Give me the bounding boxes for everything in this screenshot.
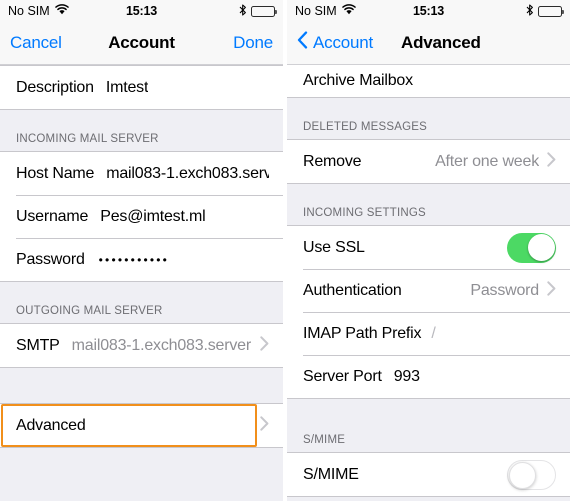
left-list-filler (0, 448, 283, 501)
row-remove[interactable]: Remove After one week (287, 140, 570, 183)
smime-group: S/MIME (287, 452, 570, 497)
status-bar-right (239, 3, 277, 19)
chevron-left-icon (297, 31, 308, 54)
gap-2 (287, 184, 570, 207)
row-use-ssl[interactable]: Use SSL (287, 226, 570, 269)
smtp-value: mail083-1.exch083.server… (71, 336, 252, 354)
outgoing-mail-server-group: SMTP mail083-1.exch083.server… (0, 323, 283, 368)
row-host-name[interactable]: Host Name mail083-1.exch083.serverd… (0, 152, 283, 195)
battery-icon (251, 5, 277, 17)
chevron-right-icon (260, 415, 269, 436)
imap-path-prefix-label: IMAP Path Prefix (303, 324, 422, 342)
row-smime[interactable]: S/MIME (287, 453, 570, 496)
dual-screenshot-container: No SIM 15:13 Cancel Account Done Descrip… (0, 0, 570, 501)
deleted-messages-header: DELETED MESSAGES (287, 121, 570, 139)
right-content-list: Archive Mailbox DELETED MESSAGES Remove … (287, 65, 570, 501)
back-button[interactable]: Account (297, 31, 373, 55)
deleted-messages-group: Remove After one week (287, 139, 570, 184)
chevron-right-icon (547, 280, 556, 301)
outgoing-mail-server-header: OUTGOING MAIL SERVER (0, 305, 283, 323)
advanced-label: Advanced (16, 416, 86, 434)
status-bar-right (526, 3, 564, 19)
left-status-bar: No SIM 15:13 (0, 0, 283, 22)
row-password[interactable]: Password ••••••••••• (0, 238, 283, 281)
left-phone-screen: No SIM 15:13 Cancel Account Done Descrip… (0, 0, 287, 501)
password-label: Password (16, 250, 85, 268)
incoming-settings-header: INCOMING SETTINGS (287, 207, 570, 225)
host-name-value[interactable]: mail083-1.exch083.serverd… (106, 165, 269, 183)
right-nav-bar: Account Advanced (287, 22, 570, 65)
description-group: Description Imtest (0, 65, 283, 110)
archive-mailbox-label: Archive Mailbox (303, 72, 413, 89)
archive-mailbox-group: Archive Mailbox (287, 65, 570, 98)
gap-2 (0, 282, 283, 305)
username-value[interactable]: Pes@imtest.ml (100, 208, 205, 226)
right-status-bar: No SIM 15:13 (287, 0, 570, 22)
bluetooth-icon (239, 3, 247, 19)
use-ssl-label: Use SSL (303, 238, 365, 256)
description-value[interactable]: Imtest (106, 79, 148, 97)
smime-header: S/MIME (287, 434, 570, 452)
authentication-value: Password (470, 281, 539, 299)
gap-1 (287, 98, 570, 121)
advanced-group: Advanced (0, 403, 283, 448)
back-button-label: Account (313, 33, 374, 52)
chevron-right-icon (547, 151, 556, 172)
chevron-right-icon (260, 335, 269, 356)
description-label: Description (16, 78, 94, 96)
right-phone-screen: No SIM 15:13 Account Advanced Archive Ma… (287, 0, 570, 501)
battery-icon (538, 5, 564, 17)
smime-label: S/MIME (303, 465, 359, 483)
row-smtp[interactable]: SMTP mail083-1.exch083.server… (0, 324, 283, 367)
username-label: Username (16, 207, 89, 225)
incoming-settings-group: Use SSL Authentication Password IMAP Pat… (287, 225, 570, 399)
cancel-button[interactable]: Cancel (10, 33, 62, 53)
gap-1 (0, 110, 283, 133)
remove-value: After one week (435, 152, 539, 170)
incoming-mail-server-group: Host Name mail083-1.exch083.serverd… Use… (0, 151, 283, 282)
right-list-filler (287, 497, 570, 501)
row-imap-path-prefix[interactable]: IMAP Path Prefix / (287, 312, 570, 355)
server-port-label: Server Port (303, 367, 382, 385)
gap-3 (0, 368, 283, 403)
row-description[interactable]: Description Imtest (0, 66, 283, 109)
remove-label: Remove (303, 152, 362, 170)
use-ssl-toggle[interactable] (507, 232, 556, 263)
password-value[interactable]: ••••••••••• (99, 253, 169, 267)
smtp-label: SMTP (16, 336, 60, 354)
host-name-label: Host Name (16, 164, 95, 182)
row-advanced[interactable]: Advanced (0, 404, 283, 447)
left-content-list: Description Imtest INCOMING MAIL SERVER … (0, 65, 283, 501)
row-archive-mailbox[interactable]: Archive Mailbox (287, 65, 570, 97)
gap-3 (287, 399, 570, 434)
row-username[interactable]: Username Pes@imtest.ml (0, 195, 283, 238)
imap-path-prefix-value[interactable]: / (431, 325, 435, 343)
row-authentication[interactable]: Authentication Password (287, 269, 570, 312)
bluetooth-icon (526, 3, 534, 19)
done-button[interactable]: Done (233, 33, 273, 53)
authentication-label: Authentication (303, 281, 402, 299)
server-port-value[interactable]: 993 (394, 368, 420, 386)
row-server-port[interactable]: Server Port 993 (287, 355, 570, 398)
left-nav-bar: Cancel Account Done (0, 22, 283, 65)
page-title: Advanced (401, 33, 481, 52)
smime-toggle[interactable] (507, 459, 556, 490)
incoming-mail-server-header: INCOMING MAIL SERVER (0, 133, 283, 151)
